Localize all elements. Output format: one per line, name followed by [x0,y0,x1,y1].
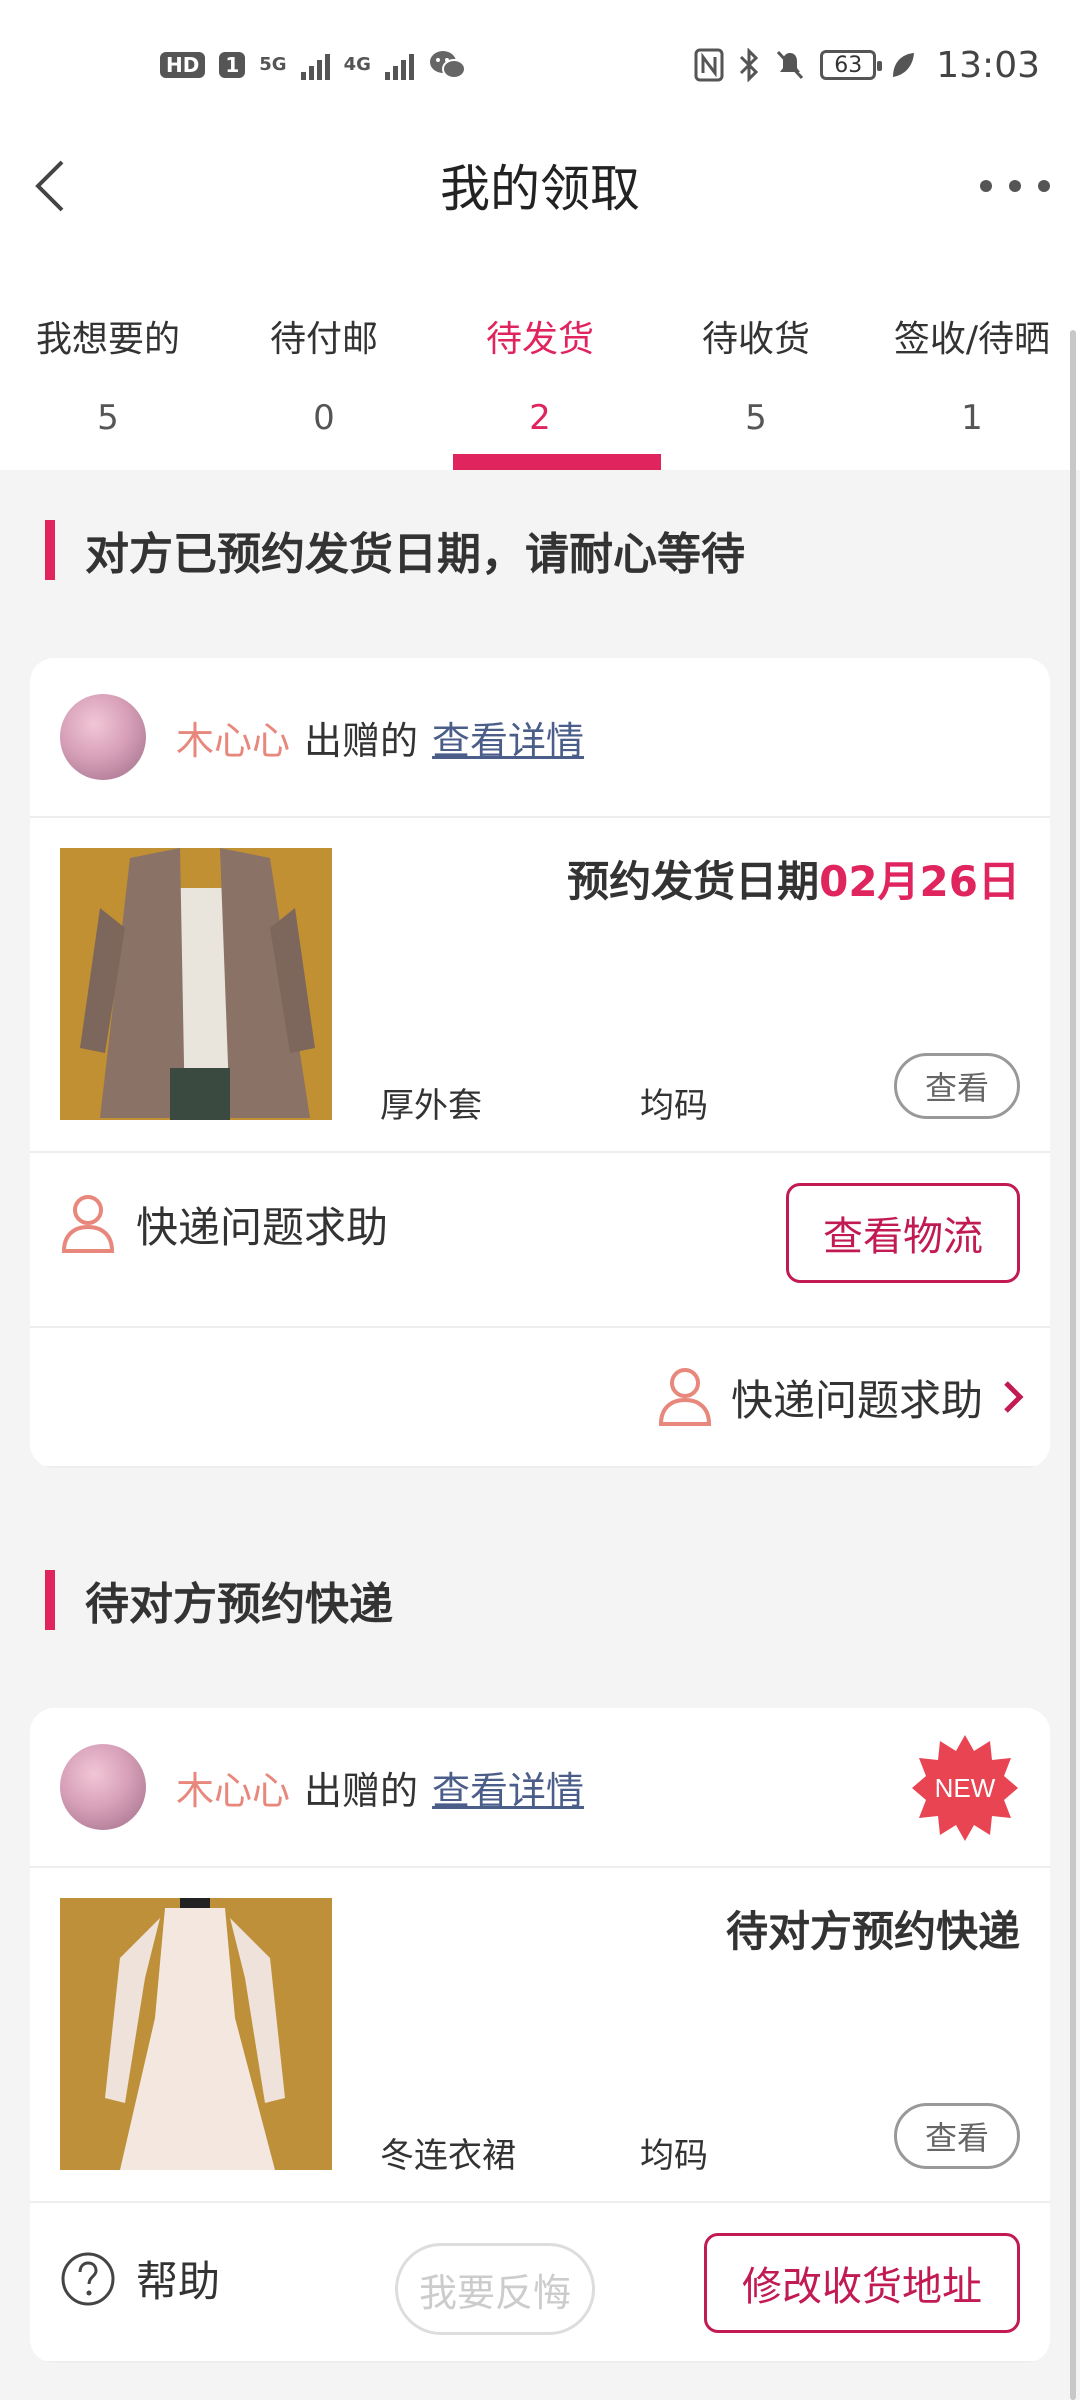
regret-button[interactable]: 我要反悔 [395,2243,595,2335]
giver-name[interactable]: 木心心 [176,710,290,765]
page-title: 我的领取 [440,160,640,218]
avatar[interactable] [60,694,146,780]
more-dot [1038,180,1050,192]
wechat-icon [429,51,466,79]
person-icon [658,1368,711,1426]
edit-address-button[interactable]: 修改收货地址 [704,2233,1020,2333]
tab-bar: 我想要的 5 待付邮 0 待发货 2 待收货 5 签收/待晒 1 [0,240,1080,470]
item-photo-dress[interactable] [60,1898,332,2170]
status-right: 63 13:03 [694,45,1040,86]
battery-level: 63 [834,52,863,78]
coat-image [60,848,332,1120]
network-5g-label: 5G [259,54,287,75]
tab-pending-postage[interactable]: 待付邮 0 [216,240,432,470]
item-photo-coat[interactable] [60,848,332,1120]
status-bar: HD 1 5G 4G 63 13:03 [0,0,1080,130]
section-title: 待对方预约快递 [85,1579,393,1630]
giver-name[interactable]: 木心心 [176,1760,290,1815]
page: HD 1 5G 4G 63 13:03 我的领取 我想要的 5 待付邮 0 待发… [0,0,1080,2400]
tab-count: 5 [745,398,767,438]
shipment-date: 02月26日 [819,857,1020,906]
gift-card: 木心心 出赠的 查看详情 预约发货日期02月26日 厚外套 均码 查看 快递问题… [30,658,1050,1468]
more-options-icon[interactable] [980,158,1050,214]
scrollbar[interactable] [1070,330,1076,2400]
nav-header: 我的领取 [0,130,1080,240]
tab-count: 2 [529,398,551,438]
chevron-right-icon [1004,1381,1024,1413]
shipment-date-label: 预约发货日期 [567,857,820,906]
item-size: 均码 [640,1086,708,1126]
item-name: 冬连衣裙 [380,2136,516,2176]
view-details-link[interactable]: 查看详情 [432,1760,584,1815]
section-heading: 待对方预约快递 [0,1560,1080,1640]
section-accent-bar [45,520,55,580]
view-item-button[interactable]: 查看 [894,2103,1020,2169]
tab-count: 0 [313,398,335,438]
sim-indicator: 1 [219,52,246,78]
giver-caption: 出赠的 [304,718,419,763]
bluetooth-icon [740,48,759,82]
chevron-left-icon [35,160,64,212]
item-size: 均码 [640,2136,708,2176]
section-title: 对方已预约发货日期，请耐心等待 [85,529,745,580]
tab-pending-receipt[interactable]: 待收货 5 [648,240,864,470]
tab-pending-shipment[interactable]: 待发货 2 [432,240,661,470]
help-link[interactable]: 帮助 [60,2248,220,2309]
courier-help-footer-link[interactable]: 快递问题求助 [657,1366,1025,1428]
more-dot [980,180,992,192]
dress-image [60,1898,332,2170]
tab-label: 待收货 [701,319,810,360]
footer-help-row: 快递问题求助 [30,1328,1050,1468]
tab-label: 我想要的 [35,319,180,360]
mute-bell-icon [777,50,804,80]
tab-count: 1 [961,398,983,438]
network-4g-label: 4G [343,54,371,75]
more-dot [1009,180,1021,192]
courier-help-footer-label: 快递问题求助 [730,1375,983,1425]
status-left: HD 1 5G 4G [160,48,468,82]
avatar[interactable] [60,1744,146,1830]
view-item-button[interactable]: 查看 [894,1053,1020,1119]
person-icon [61,1195,115,1253]
shipment-status: 待对方预约快递 [725,1907,1020,1956]
question-circle-icon [61,2252,115,2305]
tab-label: 待发货 [485,319,594,360]
help-label: 帮助 [136,2257,221,2306]
signal-4g-icon [384,50,414,80]
hd-indicator: HD [160,52,206,78]
starburst-icon: NEW [912,1735,1018,1841]
new-badge: NEW [910,1733,1020,1843]
tab-count: 5 [97,398,119,438]
tab-wanted[interactable]: 我想要的 5 [0,240,216,470]
shipment-status: 预约发货日期02月26日 [567,848,1020,909]
giver-caption: 出赠的 [304,1768,419,1813]
section-accent-bar [45,1570,55,1630]
back-button[interactable] [20,150,90,220]
courier-help-label: 快递问题求助 [136,1202,389,1252]
clock: 13:03 [936,44,1040,86]
item-row: 待对方预约快递 冬连衣裙 均码 查看 [30,1868,1050,2203]
actions-row: 帮助 我要反悔 修改收货地址 [30,2203,1050,2363]
signal-5g-icon [300,50,330,80]
giver-row: 木心心 出赠的 查看详情 NEW [30,1708,1050,1868]
tab-signed-review[interactable]: 签收/待晒 1 [864,240,1080,470]
courier-help-link[interactable]: 快递问题求助 [60,1193,388,1255]
item-name: 厚外套 [380,1086,482,1126]
gift-card: 木心心 出赠的 查看详情 NEW 待对方预约快递 冬连衣裙 均码 查看 帮助 我… [30,1708,1050,2363]
view-details-link[interactable]: 查看详情 [432,710,584,765]
new-badge-text: NEW [935,1773,996,1803]
tab-label: 待付邮 [269,319,378,360]
leaf-icon [893,53,915,77]
help-row: 快递问题求助 查看物流 [30,1153,1050,1328]
nfc-icon [694,48,724,82]
battery-icon: 63 [820,50,883,80]
tab-label: 签收/待晒 [893,319,1051,360]
item-row: 预约发货日期02月26日 厚外套 均码 查看 [30,818,1050,1153]
section-heading: 对方已预约发货日期，请耐心等待 [0,510,1080,590]
track-logistics-button[interactable]: 查看物流 [786,1183,1020,1283]
giver-row: 木心心 出赠的 查看详情 [30,658,1050,818]
